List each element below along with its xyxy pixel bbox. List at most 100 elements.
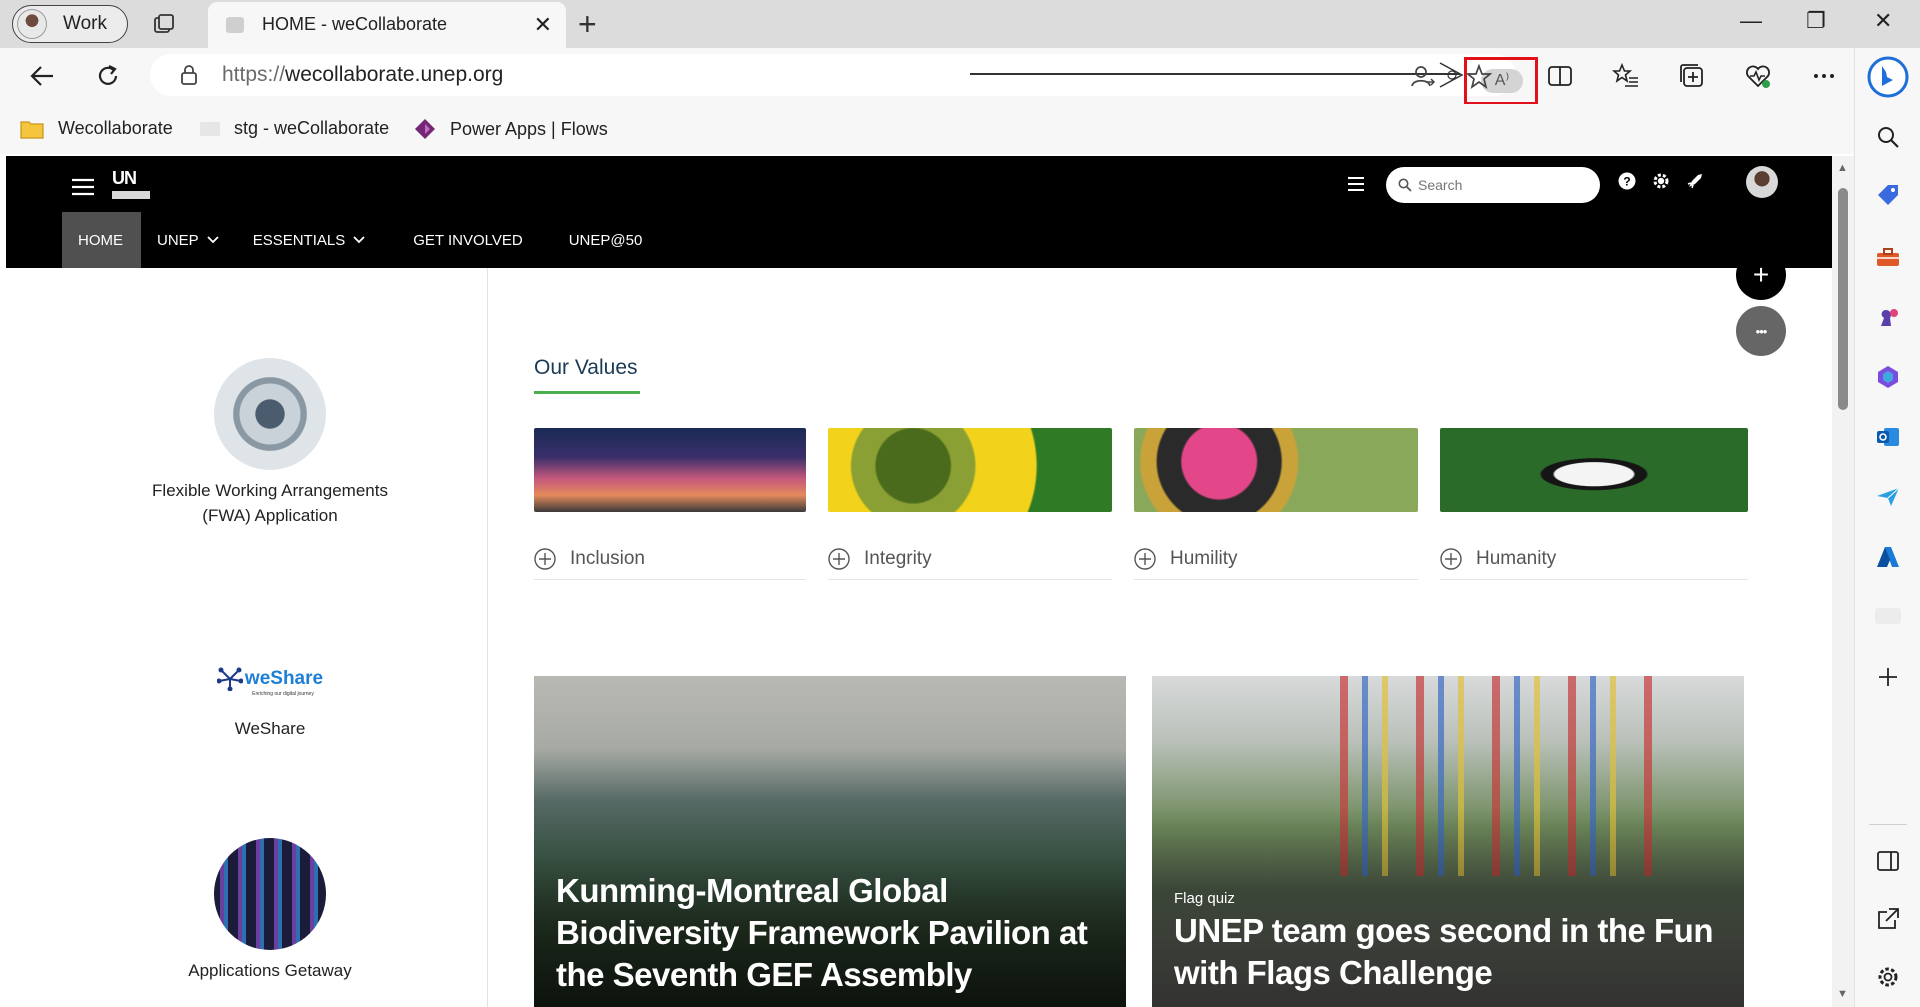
profile-share-icon[interactable]: [1410, 64, 1436, 90]
nav-unep50[interactable]: UNEP@50: [541, 212, 661, 268]
microsoft-365-icon[interactable]: [1875, 364, 1901, 390]
url-host: wecollaborate.unep.org: [285, 63, 504, 86]
settings-gear-icon[interactable]: [1875, 964, 1901, 990]
site-app-icon[interactable]: [1875, 608, 1901, 624]
new-tab-button[interactable]: +: [578, 6, 597, 43]
list-menu-icon[interactable]: [1348, 176, 1364, 192]
split-screen-icon[interactable]: [1546, 62, 1574, 90]
scroll-up-icon[interactable]: ▲: [1837, 162, 1848, 174]
close-window-button[interactable]: ✕: [1874, 8, 1892, 34]
tools-toolbox-icon[interactable]: [1875, 244, 1901, 270]
favorite-wecollaborate[interactable]: Wecollaborate: [20, 118, 173, 139]
app-label: Applications Getaway: [188, 961, 352, 980]
workspaces-icon[interactable]: [152, 11, 178, 37]
favorite-power-apps[interactable]: Power Apps | Flows: [414, 118, 608, 140]
add-sidebar-app-icon[interactable]: [1875, 664, 1901, 690]
site-search[interactable]: [1386, 167, 1600, 203]
news-headline[interactable]: UNEP team goes second in the Fun with Fl…: [1174, 910, 1734, 994]
value-row[interactable]: Humanity: [1440, 544, 1748, 580]
unep-logo[interactable]: UN: [112, 168, 150, 199]
scroll-thumb[interactable]: [1838, 188, 1848, 410]
address-bar[interactable]: https://wecollaborate.unep.org A⁾: [150, 54, 1538, 105]
user-avatar[interactable]: [1746, 166, 1778, 198]
scroll-down-icon[interactable]: ▼: [1837, 988, 1848, 1000]
help-icon[interactable]: ?: [1618, 172, 1636, 190]
power-apps-icon: [415, 119, 435, 139]
copilot-bing-icon[interactable]: [1867, 56, 1909, 98]
coral-reef-image: [534, 428, 806, 512]
tab-home-wecollaborate[interactable]: HOME - weCollaborate ✕: [208, 2, 566, 48]
news-card-biodiversity[interactable]: Kunming-Montreal Global Biodiversity Fra…: [534, 676, 1126, 1007]
favorite-stg-wecollaborate[interactable]: stg - weCollaborate: [200, 118, 389, 139]
unep-logo-text: UN: [112, 168, 137, 188]
maximize-button[interactable]: ❐: [1806, 8, 1826, 34]
tab-title: HOME - weCollaborate: [262, 14, 448, 34]
chevron-down-icon: [207, 236, 219, 244]
outlook-icon[interactable]: [1875, 424, 1901, 450]
value-row[interactable]: Integrity: [828, 544, 1112, 580]
open-external-icon[interactable]: [1875, 906, 1901, 932]
value-row[interactable]: Humility: [1134, 544, 1418, 580]
value-card-humanity[interactable]: Humanity: [1440, 428, 1748, 580]
app-label: WeShare: [234, 719, 306, 738]
panda-image: [1440, 428, 1748, 512]
lock-icon[interactable]: [180, 65, 198, 85]
nav-home[interactable]: HOME: [62, 212, 141, 268]
search-input[interactable]: [1418, 175, 1588, 195]
nav-label: HOME: [78, 231, 123, 249]
sidebar-toggle-icon[interactable]: [1875, 848, 1901, 874]
our-values-heading: Our Values: [534, 356, 638, 379]
nav-get-involved[interactable]: GET INVOLVED: [383, 212, 540, 268]
games-chess-icon[interactable]: [1875, 304, 1901, 330]
news-headline[interactable]: Kunming-Montreal Global Biodiversity Fra…: [556, 870, 1116, 996]
azure-icon[interactable]: [1875, 544, 1901, 570]
value-label: Integrity: [864, 547, 932, 569]
fwa-app-image: [214, 358, 326, 470]
url-text[interactable]: https://wecollaborate.unep.org: [222, 63, 503, 87]
plus-circle-icon: [534, 547, 556, 570]
minimize-button[interactable]: —: [1740, 8, 1762, 34]
profile-button[interactable]: Work: [12, 5, 128, 43]
shopping-tag-icon[interactable]: [1875, 182, 1901, 208]
nav-label: UNEP: [157, 231, 199, 249]
site-favicon-icon: [200, 121, 220, 136]
app-tile-fwa[interactable]: Flexible Working Arrangements (FWA) Appl…: [52, 358, 488, 528]
app-label-line2: (FWA) Application: [202, 506, 338, 525]
refresh-button[interactable]: [90, 58, 126, 94]
app-tile-applications-getaway[interactable]: Applications Getaway: [52, 838, 488, 983]
profile-avatar: [17, 9, 47, 39]
value-row[interactable]: Inclusion: [534, 544, 806, 580]
more-fab-button[interactable]: •••: [1736, 306, 1786, 356]
search-icon[interactable]: [1875, 124, 1901, 150]
app-tile-weshare[interactable]: weShare Enriching our digital journey We…: [52, 658, 488, 741]
settings-gear-icon[interactable]: [1652, 172, 1670, 190]
collections-icon[interactable]: [1678, 62, 1706, 90]
nav-essentials[interactable]: ESSENTIALS: [237, 212, 384, 268]
favorites-list-icon[interactable]: [1612, 62, 1640, 90]
nav-label: ESSENTIALS: [252, 231, 346, 249]
value-card-inclusion[interactable]: Inclusion: [534, 428, 806, 580]
send-paper-plane-icon[interactable]: [1875, 484, 1901, 510]
value-card-integrity[interactable]: Integrity: [828, 428, 1112, 580]
favorite-star-icon[interactable]: [1466, 64, 1492, 90]
back-button[interactable]: [24, 58, 60, 94]
news-card-flags[interactable]: Flag quiz UNEP team goes second in the F…: [1152, 676, 1744, 1007]
sidebar-divider: [1869, 824, 1907, 825]
weshare-star-icon: [216, 667, 243, 691]
page-scrollbar[interactable]: ▲ ▼: [1832, 156, 1854, 1007]
folder-icon: [20, 120, 44, 139]
nav-label: GET INVOLVED: [413, 231, 523, 249]
nav-unep[interactable]: UNEP: [141, 212, 237, 268]
add-fab-button[interactable]: +: [1736, 250, 1786, 300]
value-card-humility[interactable]: Humility: [1134, 428, 1418, 580]
plus-circle-icon: [1134, 547, 1156, 570]
search-icon: [1398, 178, 1412, 192]
browser-essentials-icon[interactable]: [1744, 62, 1772, 90]
news-kicker: Flag quiz: [1174, 890, 1235, 907]
hamburger-menu-icon[interactable]: [72, 178, 94, 196]
more-menu-icon[interactable]: [1810, 62, 1838, 90]
tab-close-icon[interactable]: ✕: [534, 12, 552, 38]
rocket-icon[interactable]: [1686, 172, 1704, 190]
site-header: UN ? HOME UNEP ESSENTIALS GET INVOLVED U…: [6, 156, 1832, 268]
bee-flower-image: [1134, 428, 1418, 512]
